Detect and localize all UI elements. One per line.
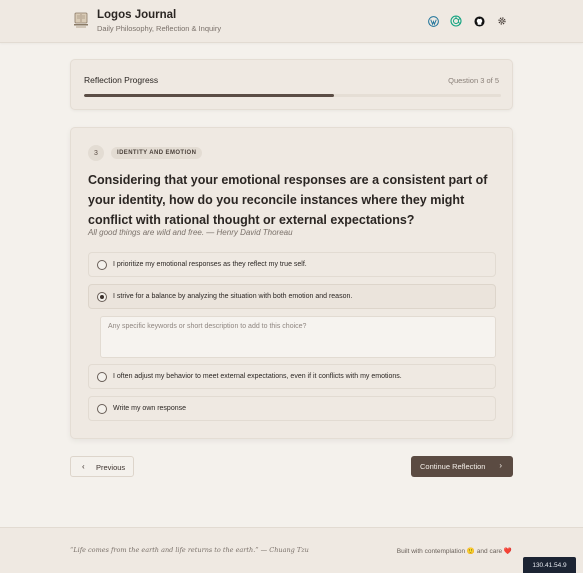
previous-button[interactable]: ‹ Previous — [70, 456, 134, 477]
option-detail-input[interactable] — [100, 316, 496, 358]
footer-built-text: Built with contemplation — [396, 548, 466, 555]
footer-and-care: and care — [476, 548, 503, 555]
footer-built-with: Built with contemplation 🙂 and care ❤️ — [397, 547, 512, 555]
app-header: Logos Journal Daily Philosophy, Reflecti… — [0, 0, 583, 43]
option-2-label: I strive for a balance by analyzing the … — [113, 293, 353, 300]
question-number-badge: 3 — [88, 145, 104, 161]
app-subtitle: Daily Philosophy, Reflection & Inquiry — [97, 24, 222, 33]
settings-gear-icon[interactable] — [496, 15, 508, 27]
option-1-radio[interactable] — [97, 260, 107, 270]
continue-button-label: Continue Reflection — [420, 462, 486, 471]
option-4-label: Write my own response — [113, 405, 187, 412]
option-4-radio[interactable] — [97, 404, 107, 414]
chevron-right-icon: › — [499, 461, 502, 470]
footer-quote: “Life comes from the earth and life retu… — [70, 546, 309, 554]
progress-card: Reflection Progress Question 3 of 5 — [70, 59, 513, 110]
option-write-own[interactable]: Write my own response — [88, 396, 496, 421]
option-3-label: I often adjust my behavior to meet exter… — [113, 373, 402, 380]
question-text: Considering that your emotional response… — [88, 173, 488, 227]
option-1-label: I prioritize my emotional responses as t… — [113, 261, 307, 268]
previous-button-label: Previous — [96, 463, 126, 472]
github-icon[interactable] — [473, 15, 485, 27]
logo-book-icon[interactable] — [73, 12, 89, 30]
progress-bar — [84, 94, 501, 97]
chevron-left-icon: ‹ — [82, 462, 85, 471]
continue-reflection-button[interactable]: Continue Reflection › — [411, 456, 513, 477]
question-card: 3 IDENTITY AND EMOTION Considering that … — [70, 127, 513, 439]
question-category-tag: IDENTITY AND EMOTION — [111, 147, 203, 159]
option-2-radio[interactable] — [97, 292, 107, 302]
progress-title: Reflection Progress — [84, 75, 159, 85]
smile-emoji-icon: 🙂 — [466, 548, 475, 555]
heart-emoji-icon: ❤️ — [503, 548, 512, 555]
option-1[interactable]: I prioritize my emotional responses as t… — [88, 252, 496, 277]
question-quote: All good things are wild and free. — Hen… — [88, 228, 293, 237]
app-title: Logos Journal — [97, 9, 177, 21]
openai-icon[interactable] — [450, 15, 462, 27]
wordpress-icon[interactable] — [427, 15, 439, 27]
ip-address-badge: 130.41.54.9 — [523, 557, 576, 573]
page-footer: “Life comes from the earth and life retu… — [0, 527, 583, 573]
option-2[interactable]: I strive for a balance by analyzing the … — [88, 284, 496, 309]
progress-count: Question 3 of 5 — [448, 76, 499, 85]
option-3[interactable]: I often adjust my behavior to meet exter… — [88, 364, 496, 389]
progress-bar-fill — [84, 94, 335, 97]
option-3-radio[interactable] — [97, 372, 107, 382]
